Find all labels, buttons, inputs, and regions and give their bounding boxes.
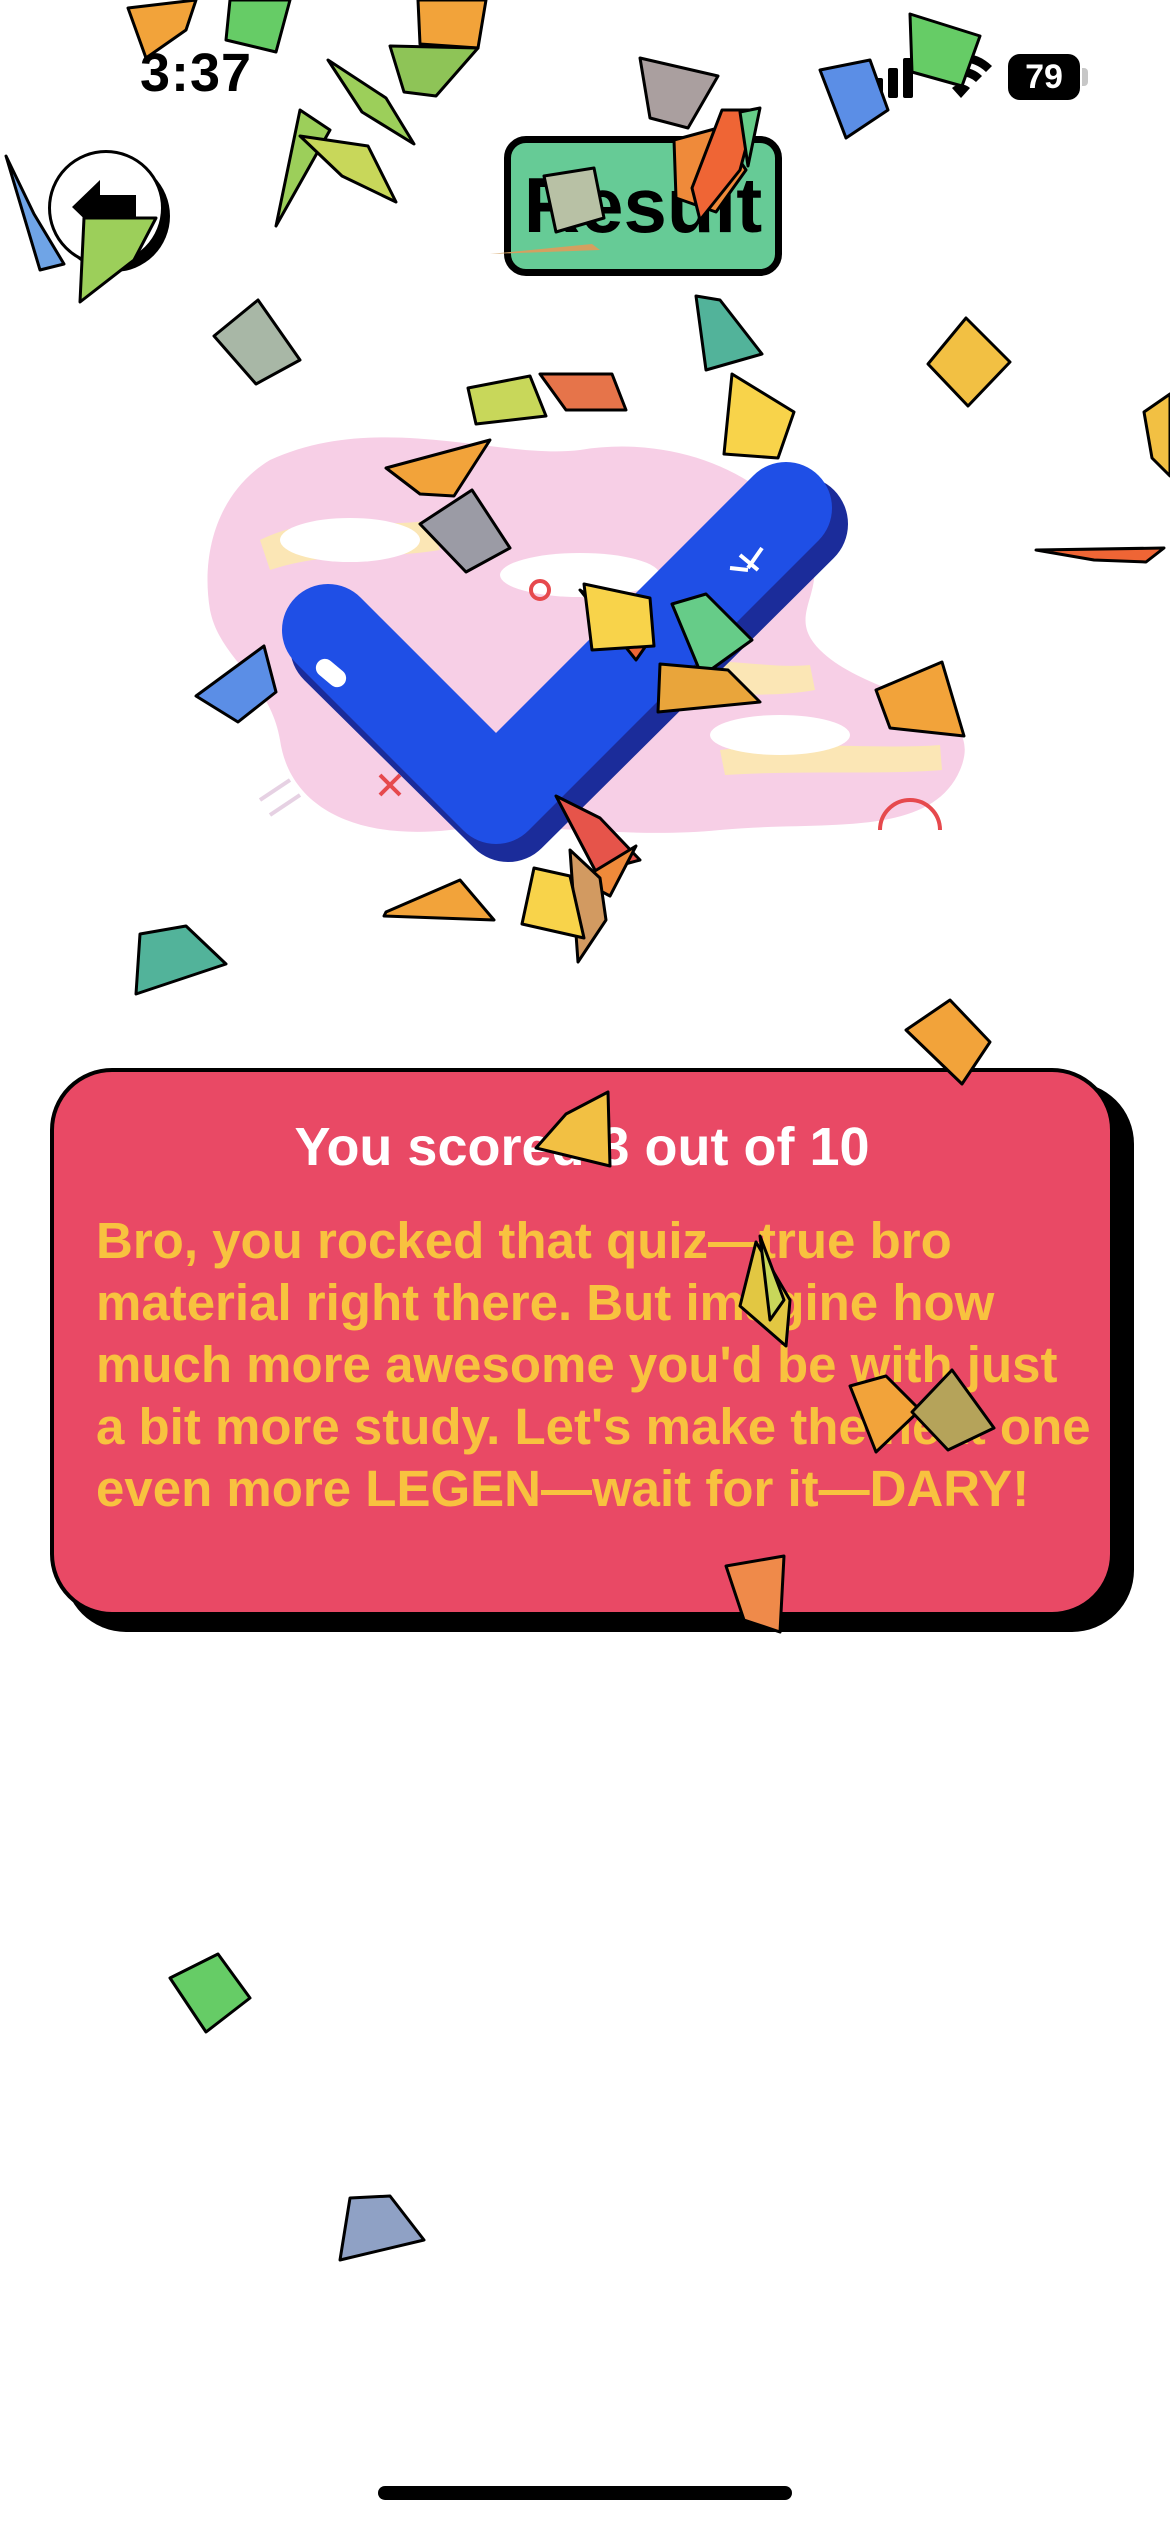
wifi-icon	[930, 54, 992, 98]
checkmark-illustration	[207, 437, 965, 862]
home-indicator[interactable]	[378, 2486, 792, 2500]
battery-icon: 79	[1008, 54, 1088, 100]
page-title: Result	[504, 136, 782, 276]
back-button[interactable]	[48, 150, 172, 274]
arrow-left-icon	[72, 180, 136, 234]
cellular-signal-icon	[858, 58, 913, 98]
result-card: You scored 3 out of 10 Bro, you rocked t…	[50, 1068, 1134, 1632]
score-text: You scored 3 out of 10	[294, 1117, 870, 1177]
status-time: 3:37	[140, 43, 253, 103]
status-bar: 3:37 79	[0, 0, 1170, 150]
result-message: Bro, you rocked that quiz—true bro mater…	[96, 1212, 1091, 1517]
battery-cap	[1082, 68, 1088, 86]
battery-level: 79	[1008, 54, 1080, 100]
